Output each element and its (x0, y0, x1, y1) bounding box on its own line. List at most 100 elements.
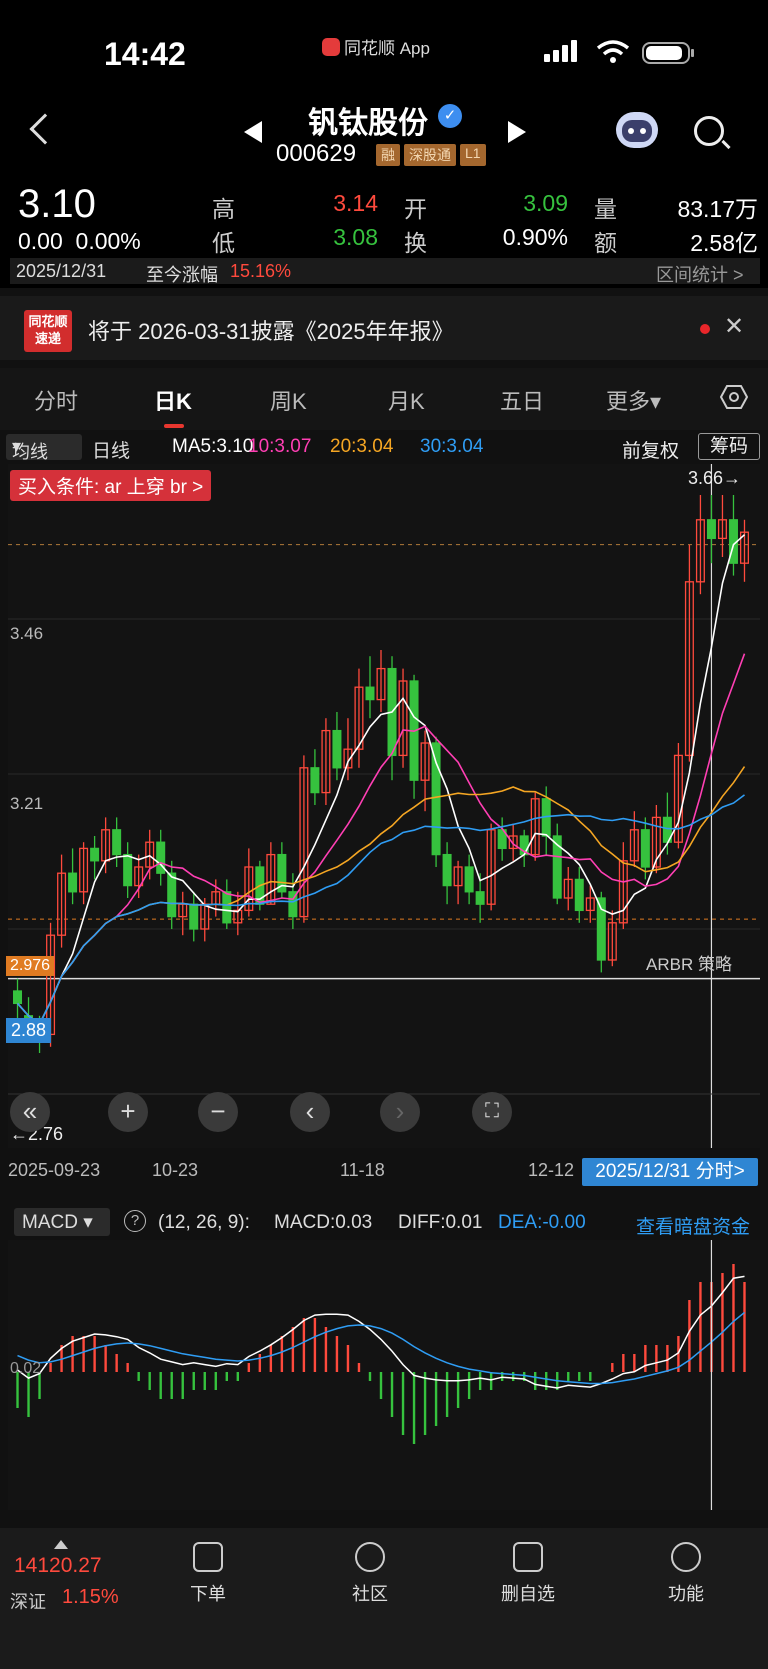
range-stats-link[interactable]: 区间统计 > (656, 261, 744, 287)
index-name: 深证 (10, 1592, 46, 1612)
x-date-3: 12-12 (528, 1160, 575, 1180)
status-bar: 14:42 同花顺 App (0, 0, 768, 88)
notice-banner[interactable]: 同花顺 速递 将于 2026-03-31披露《2025年年报》 ✕ (0, 296, 768, 360)
volume-value: 83.17万 (677, 196, 758, 222)
kline-svg[interactable] (8, 464, 760, 1148)
ma-selector[interactable]: 均线 ▾ (6, 434, 82, 462)
settings-hex-icon[interactable] (720, 384, 748, 410)
x-date-1: 10-23 (152, 1160, 199, 1180)
ma10-value: 10:3.07 (248, 436, 312, 457)
notice-text: 将于 2026-03-31披露《2025年年报》 (88, 319, 454, 344)
high-label: 高 (212, 196, 235, 222)
candle-down (90, 847, 100, 862)
next-stock-button[interactable] (508, 121, 526, 143)
ma5-value: MA5:3.10 (172, 436, 254, 457)
assistant-robot-icon[interactable] (616, 112, 658, 148)
candle-down (431, 742, 441, 856)
since-label: 至今涨幅 (146, 265, 218, 285)
unread-dot (700, 324, 710, 334)
range-date: 2025/12/31 (16, 261, 107, 281)
active-tab-indicator (164, 424, 184, 428)
ma5-line (16, 534, 746, 1026)
tab-monthly-k[interactable]: 月K (388, 384, 425, 416)
dea-value: DEA:-0.00 (498, 1212, 586, 1233)
stock-code: 000629 (276, 140, 357, 167)
back-button[interactable] (29, 113, 61, 145)
candle-down (13, 990, 23, 1005)
candle-down (442, 853, 452, 887)
tab-daily-k[interactable]: 日K (154, 384, 192, 416)
tag-margin: 融 (376, 144, 400, 166)
search-icon[interactable] (694, 116, 724, 146)
candle-down (123, 853, 133, 887)
app-name: 同花顺 App (344, 39, 430, 58)
crosshair-price-tag: 2.88 (6, 1018, 52, 1043)
prev-stock-button[interactable] (244, 121, 262, 143)
scroll-right-button[interactable]: › (380, 1092, 420, 1132)
close-icon[interactable]: ✕ (724, 312, 744, 341)
change-value: 0.00 (18, 228, 63, 254)
candle-down (222, 891, 232, 924)
rewind-button[interactable]: « (10, 1092, 50, 1132)
menu-icon (671, 1542, 701, 1572)
high-value: 3.14 (333, 190, 378, 216)
change-pct: 0.00% (75, 228, 141, 254)
app-badge: 同花顺 App (322, 34, 430, 59)
range-row[interactable]: 2025/12/31 至今涨幅 15.16% 区间统计 > (10, 258, 760, 287)
bottom-bar: 14120.27 深证 1.15% 下单 社区 删自选 功能 (0, 1528, 768, 1669)
price-change: 0.00 0.00% (18, 228, 141, 255)
open-label: 开 (404, 196, 427, 222)
y-label-346: 3.46 (10, 624, 44, 643)
candle-down (189, 903, 199, 930)
open-value: 3.09 (523, 190, 568, 216)
x-date-0: 2025-09-23 (8, 1160, 101, 1180)
fullscreen-button[interactable]: ⛶ (472, 1092, 512, 1132)
minus-icon (513, 1542, 543, 1572)
macd-legend-bar: MACD ▾ ? (12, 26, 9): MACD:0.03 DIFF:0.0… (0, 1206, 768, 1240)
help-icon[interactable]: ? (124, 1210, 146, 1232)
zoom-in-button[interactable]: + (108, 1092, 148, 1132)
turnover-label: 换 (404, 230, 427, 256)
candle-down (365, 686, 375, 701)
tab-five-day[interactable]: 五日 (500, 384, 544, 416)
low-label: 低 (212, 230, 235, 256)
remove-watchlist-button[interactable]: 删自选 (488, 1542, 568, 1606)
signal-icon (544, 40, 577, 62)
buy-condition-tag[interactable]: 买入条件: ar 上穿 br > (10, 470, 212, 501)
high-marker: 3.66→ (688, 468, 742, 488)
volume-label: 量 (594, 196, 617, 222)
index-value[interactable]: 14120.27 (14, 1554, 102, 1578)
candle-down (640, 829, 650, 868)
indicator-selector[interactable]: MACD ▾ (14, 1208, 110, 1236)
adjust-mode[interactable]: 前复权 (622, 436, 679, 463)
scroll-left-button[interactable]: ‹ (290, 1092, 330, 1132)
community-button[interactable]: 社区 (330, 1542, 410, 1606)
index-pct: 1.15% (62, 1586, 119, 1608)
ma-period: 日线 (92, 441, 131, 462)
macd-y-label: 0.02 (10, 1360, 42, 1377)
order-button[interactable]: 下单 (168, 1542, 248, 1606)
ma-legend-bar: 均线 ▾ 日线 MA5:3.10 10:3.07 20:3.04 30:3.04… (0, 432, 768, 462)
macd-chart-area[interactable] (8, 1240, 760, 1510)
chips-button[interactable]: 筹码 (698, 433, 760, 460)
zoom-out-button[interactable]: − (198, 1092, 238, 1132)
candle-down (310, 767, 320, 794)
function-button[interactable]: 功能 (646, 1542, 726, 1606)
quote-panel: 3.10 0.00 0.00% 高 3.14 低 3.08 开 3.09 换 0… (0, 176, 768, 288)
candle-down (706, 519, 716, 540)
tab-weekly-k[interactable]: 周K (270, 384, 307, 416)
tag-level: L1 (460, 144, 486, 166)
low-value: 3.08 (333, 224, 378, 250)
kline-chart-area[interactable] (8, 464, 760, 1148)
express-logo: 同花顺 速递 (24, 310, 72, 352)
y-label-321: 3.21 (10, 794, 44, 813)
candle-down (475, 891, 485, 905)
star-icon (355, 1542, 385, 1572)
tab-timeshare[interactable]: 分时 (34, 384, 78, 416)
current-date-timeshare-link[interactable]: 2025/12/31 分时> (582, 1158, 758, 1186)
battery-icon (642, 42, 694, 64)
dark-pool-link[interactable]: 查看暗盘资金 (636, 1212, 750, 1239)
macd-svg[interactable] (8, 1240, 760, 1510)
tab-more[interactable]: 更多▾ (606, 384, 661, 416)
app-logo-icon (322, 37, 340, 56)
